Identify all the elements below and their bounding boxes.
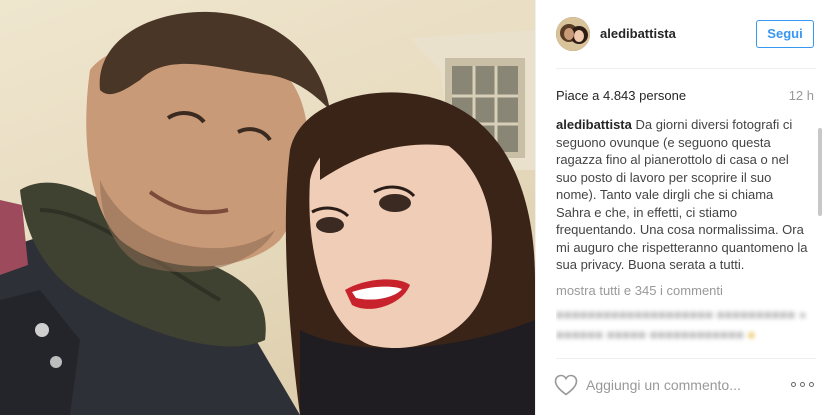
avatar-image	[556, 17, 590, 51]
add-comment-input[interactable]	[586, 374, 766, 396]
more-options-icon[interactable]	[791, 377, 815, 391]
blurred-comments: ■■■■■■■■■■■■■■■■■■■■ ■■■■■■■■■■ ● ■■■■■■…	[556, 306, 807, 342]
heart-icon[interactable]	[554, 374, 578, 396]
caption: aledibattista Da giorni diversi fotograf…	[556, 116, 811, 274]
caption-text: Da giorni diversi fotografi ci seguono o…	[556, 117, 808, 272]
show-all-comments-link[interactable]: mostra tutti e 345 i commenti	[556, 283, 811, 298]
post-details-panel: aledibattista Segui Piace a 4.843 person…	[535, 0, 824, 415]
likes-count[interactable]: Piace a 4.843 persone	[556, 88, 686, 103]
comments-scrollbar[interactable]	[818, 128, 822, 216]
caption-username[interactable]: aledibattista	[556, 117, 632, 132]
comments-list[interactable]: aledibattista Da giorni diversi fotograf…	[556, 116, 811, 352]
post-photo[interactable]	[0, 0, 535, 415]
username-link[interactable]: aledibattista	[600, 26, 676, 41]
post-header: aledibattista Segui	[536, 0, 824, 68]
post-footer	[536, 359, 824, 415]
couple-selfie-photo	[0, 11, 535, 415]
avatar[interactable]	[556, 17, 590, 51]
header-divider	[556, 68, 816, 69]
follow-button[interactable]: Segui	[756, 20, 814, 48]
post-timestamp[interactable]: 12 h	[789, 88, 814, 103]
